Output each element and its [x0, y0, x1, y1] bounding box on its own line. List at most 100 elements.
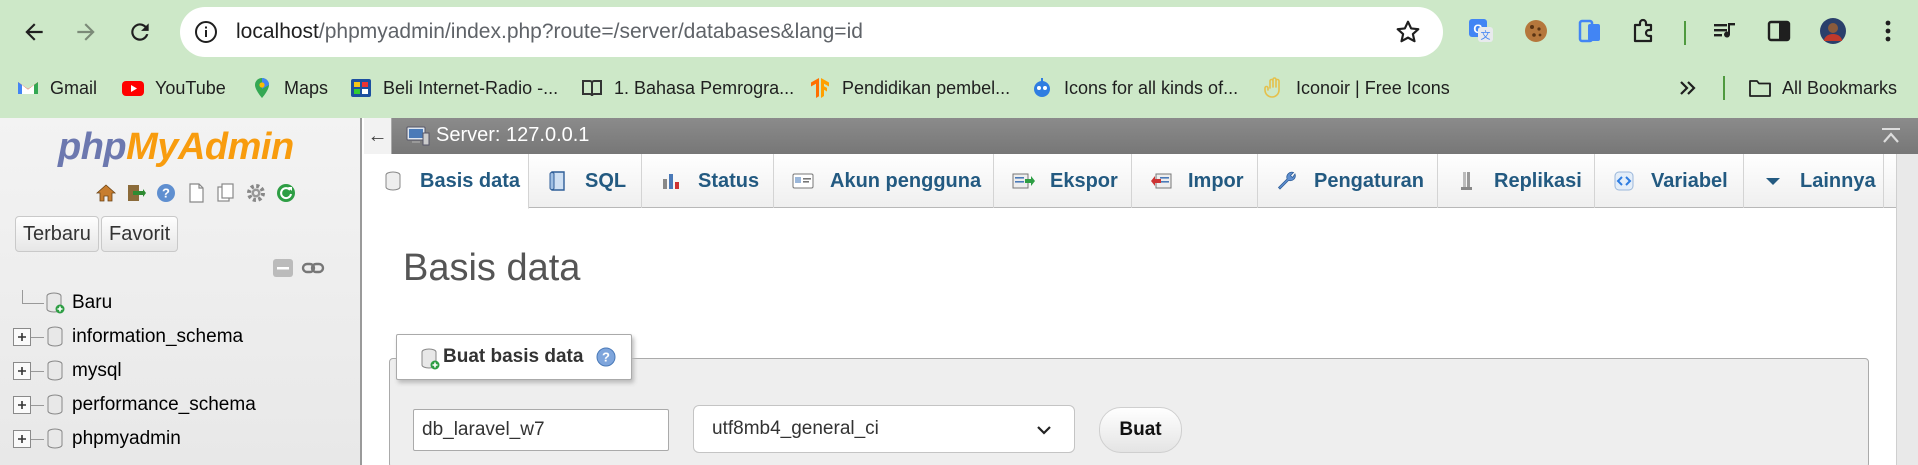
bookmark-internet-radio[interactable]: Beli Internet-Radio -... [349, 73, 558, 103]
robot-icon [1030, 76, 1054, 100]
create-database-button[interactable]: Buat [1099, 407, 1182, 453]
forward-button[interactable] [66, 12, 106, 52]
tree-connector [31, 439, 44, 440]
puzzle-icon [1633, 18, 1653, 43]
media-controls-button[interactable] [1708, 14, 1742, 48]
recent-tables-button[interactable]: Terbaru [15, 216, 99, 252]
tab-import[interactable]: Impor [1132, 154, 1258, 208]
cookie-icon [1525, 20, 1547, 42]
address-bar[interactable]: localhost/phpmyadmin/index.php?route=/se… [180, 7, 1443, 57]
back-button[interactable] [14, 12, 54, 52]
book-icon [580, 76, 604, 100]
tab-replication[interactable]: Replikasi [1438, 154, 1595, 208]
server-link[interactable]: Server: 127.0.0.1 [436, 124, 589, 147]
bookmark-iconoir[interactable]: Iconoir | Free Icons [1262, 73, 1450, 103]
reload-button[interactable] [120, 12, 160, 52]
tree-item-phpmyadmin[interactable]: phpmyadmin [0, 424, 360, 454]
bookmark-maps[interactable]: Maps [250, 73, 328, 103]
settings-gear-icon[interactable] [243, 180, 269, 206]
expand-plus-icon[interactable] [13, 396, 31, 414]
responsive-viewer-extension[interactable] [1573, 14, 1607, 48]
bookmarks-overflow-button[interactable] [1676, 73, 1710, 103]
export-icon [1010, 168, 1036, 194]
tab-sql[interactable]: SQL [529, 154, 642, 208]
tree-item-label: performance_schema [72, 394, 256, 415]
browser-menu-button[interactable] [1871, 14, 1905, 48]
bookmark-label: Gmail [50, 77, 98, 98]
database-icon [380, 168, 406, 194]
extensions-button[interactable] [1627, 14, 1661, 48]
wrench-icon [1274, 168, 1300, 194]
tab-export[interactable]: Ekspor [994, 154, 1132, 208]
phpmyadmin-logo[interactable]: phpMyAdmin [58, 126, 294, 169]
tab-more[interactable]: Lainnya [1744, 154, 1884, 208]
expand-plus-icon[interactable] [13, 430, 31, 448]
tree-new-database[interactable]: Baru [0, 288, 360, 318]
tab-status[interactable]: Status [642, 154, 774, 208]
copy-icon[interactable] [213, 180, 239, 206]
more-vertical-icon [1885, 20, 1891, 42]
tree-item-information-schema[interactable]: information_schema [0, 322, 360, 352]
main-tabs: Basis data SQL Status Akun pengguna Eksp… [364, 154, 1904, 209]
tree-item-performance-schema[interactable]: performance_schema [0, 390, 360, 420]
reload-icon [131, 23, 149, 41]
collapse-all-button[interactable] [271, 256, 295, 280]
gmail-icon [16, 76, 40, 100]
database-icon [44, 325, 66, 349]
tree-connector [31, 371, 44, 372]
documentation-icon[interactable] [183, 180, 209, 206]
bookmark-star-icon[interactable] [1395, 19, 1421, 45]
help-icon[interactable]: ? [595, 346, 617, 368]
collapse-top-icon[interactable] [1880, 126, 1902, 146]
bookmark-youtube[interactable]: YouTube [121, 73, 226, 103]
database-name-input[interactable] [413, 409, 669, 451]
tree-item-mysql[interactable]: mysql [0, 356, 360, 386]
bookmark-icons-for-all[interactable]: Icons for all kinds of... [1030, 73, 1238, 103]
collation-selected-value: utf8mb4_general_ci [712, 418, 879, 439]
server-breadcrumb-bar: ← Server: 127.0.0.1 [364, 118, 1918, 154]
bookmark-label: Beli Internet-Radio -... [383, 77, 559, 98]
collapse-navigation-button[interactable]: ← [364, 118, 392, 154]
tab-settings[interactable]: Pengaturan [1258, 154, 1438, 208]
all-bookmarks-folder[interactable]: All Bookmarks [1748, 73, 1897, 103]
bookmark-label: 1. Bahasa Pemrogra... [614, 77, 795, 98]
youtube-icon [121, 76, 145, 100]
collapse-all-icon [273, 259, 293, 277]
link-with-main-button[interactable] [301, 256, 325, 280]
google-translate-extension[interactable]: G文 [1464, 14, 1498, 48]
replication-icon [1454, 168, 1480, 194]
bookmark-label: Pendidikan pembel... [842, 77, 1011, 98]
database-icon [44, 359, 66, 383]
expand-plus-icon[interactable] [13, 328, 31, 346]
tab-variables[interactable]: Variabel [1595, 154, 1744, 208]
maps-icon [250, 76, 274, 100]
cookie-extension[interactable] [1519, 14, 1553, 48]
tab-user-accounts[interactable]: Akun pengguna [774, 154, 994, 208]
side-panel-button[interactable] [1762, 14, 1796, 48]
expand-plus-icon[interactable] [13, 362, 31, 380]
collation-select[interactable]: utf8mb4_general_ci [693, 405, 1075, 453]
bookmark-gmail[interactable]: Gmail [16, 73, 97, 103]
tree-item-label: information_schema [72, 326, 244, 347]
browser-toolbar: localhost/phpmyadmin/index.php?route=/se… [0, 0, 1918, 118]
home-icon[interactable] [93, 180, 119, 206]
create-database-legend[interactable]: Buat basis data ? [396, 334, 633, 380]
main-scrollbar[interactable] [1896, 154, 1918, 465]
bookmark-bahasa-pemrograman[interactable]: 1. Bahasa Pemrogra... [580, 73, 794, 103]
url-text[interactable]: localhost/phpmyadmin/index.php?route=/se… [236, 20, 863, 44]
tree-connector [22, 290, 23, 304]
help-icon[interactable]: ? [153, 180, 179, 206]
logout-icon[interactable] [123, 180, 149, 206]
tab-databases[interactable]: Basis data [364, 154, 529, 209]
pma-navigation-panel: phpMyAdmin ? Terbaru Favorit Baru inform… [0, 118, 362, 465]
bookmark-pendidikan[interactable]: Pendidikan pembel... [808, 73, 1010, 103]
profile-avatar[interactable] [1816, 14, 1850, 48]
site-info-icon[interactable] [194, 20, 218, 44]
tree-item-label: phpmyadmin [72, 428, 181, 449]
tree-item-label: Baru [72, 292, 113, 313]
hand-icon [1262, 76, 1286, 100]
reload-nav-icon[interactable] [273, 180, 299, 206]
favorite-tables-button[interactable]: Favorit [101, 216, 179, 252]
folder-icon [1748, 76, 1772, 100]
tree-connector [22, 303, 44, 304]
